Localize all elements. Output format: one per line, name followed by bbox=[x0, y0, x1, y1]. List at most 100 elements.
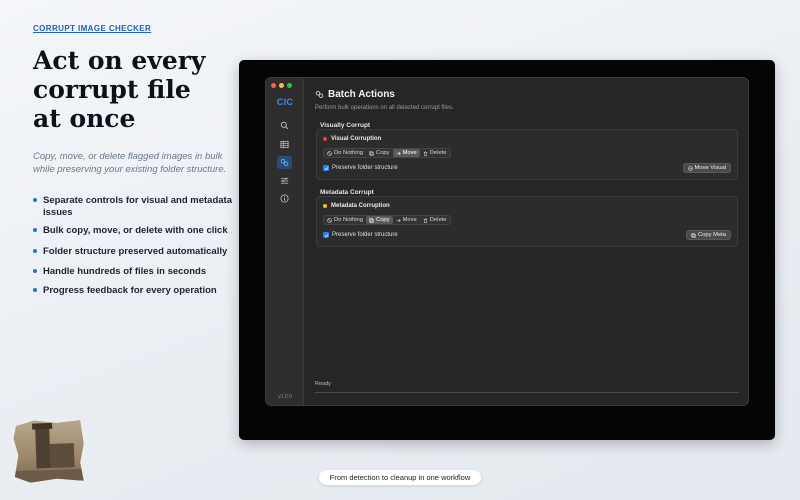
visual-option-delete[interactable]: Delete bbox=[420, 149, 450, 157]
subtitle: Copy, move, or delete flagged images in … bbox=[33, 151, 227, 175]
window-controls bbox=[271, 83, 292, 88]
copy-icon bbox=[369, 150, 374, 156]
feature-item: Separate controls for visual and metadat… bbox=[33, 195, 238, 219]
visual-action-segmented-control: Do Nothing Copy Move Delete bbox=[323, 148, 451, 158]
option-label: Copy bbox=[376, 217, 390, 223]
headline-line-3: at once bbox=[33, 104, 136, 133]
info-icon bbox=[280, 194, 289, 203]
page-title: Batch Actions bbox=[315, 89, 395, 100]
red-status-dot-icon bbox=[323, 137, 327, 141]
feature-text: Bulk copy, move, or delete with one clic… bbox=[43, 225, 228, 236]
feature-item: Handle hundreds of files in seconds bbox=[33, 266, 238, 278]
arrow-right-icon bbox=[396, 151, 401, 155]
feature-text: Separate controls for visual and metadat… bbox=[43, 195, 233, 218]
headline: Act on every corrupt file at once bbox=[33, 46, 233, 133]
sliders-icon bbox=[280, 177, 289, 184]
sidebar-item-search[interactable] bbox=[277, 119, 292, 132]
metadata-option-do-nothing[interactable]: Do Nothing bbox=[324, 216, 366, 224]
feature-text: Progress feedback for every operation bbox=[43, 285, 217, 296]
move-visual-button[interactable]: Move Visual bbox=[682, 163, 731, 173]
section-label-visual: Visually Corrupt bbox=[320, 122, 371, 129]
metadata-preserve-structure-checkbox[interactable]: Preserve folder structure bbox=[323, 232, 398, 238]
visual-heading-text: Visual Corruption bbox=[331, 136, 382, 142]
tagline-pill: From detection to cleanup in one workflo… bbox=[319, 470, 481, 485]
zoom-window-button[interactable] bbox=[287, 83, 292, 88]
section-label-metadata: Metadata Corrupt bbox=[320, 189, 374, 196]
copy-icon bbox=[369, 217, 374, 223]
visual-option-do-nothing[interactable]: Do Nothing bbox=[324, 149, 366, 157]
eyebrow-label: CORRUPT IMAGE CHECKER bbox=[33, 24, 152, 33]
metadata-action-segmented-control: Do Nothing Copy Move Delete bbox=[323, 215, 451, 225]
checkbox-label: Preserve folder structure bbox=[332, 165, 398, 171]
church-nave-shape bbox=[50, 443, 75, 468]
sidebar-item-results[interactable] bbox=[277, 138, 292, 151]
feature-text: Handle hundreds of files in seconds bbox=[43, 266, 207, 277]
bullet-icon bbox=[33, 249, 37, 253]
visual-preserve-structure-checkbox[interactable]: Preserve folder structure bbox=[323, 165, 398, 171]
visual-option-move[interactable]: Move bbox=[392, 149, 420, 157]
option-label: Do Nothing bbox=[334, 150, 364, 156]
visual-corruption-panel: Visual Corruption Do Nothing Copy Move D… bbox=[316, 129, 738, 180]
arrow-circle-icon bbox=[687, 165, 693, 171]
arrow-right-icon bbox=[396, 218, 401, 222]
option-label: Do Nothing bbox=[334, 217, 364, 223]
yellow-status-dot-icon bbox=[323, 204, 327, 208]
visual-corruption-heading: Visual Corruption bbox=[323, 136, 381, 142]
button-label: Move Visual bbox=[694, 165, 726, 171]
bullet-icon bbox=[33, 269, 37, 273]
feature-item: Bulk copy, move, or delete with one clic… bbox=[33, 225, 238, 237]
church-tower-shape bbox=[35, 428, 50, 468]
links-icon bbox=[280, 158, 289, 167]
metadata-option-copy[interactable]: Copy bbox=[366, 216, 393, 224]
batch-actions-icon bbox=[315, 90, 324, 99]
metadata-option-move[interactable]: Move bbox=[393, 216, 420, 224]
checkbox-label: Preserve folder structure bbox=[332, 232, 398, 238]
headline-line-2: corrupt file bbox=[33, 75, 191, 104]
feature-list: Separate controls for visual and metadat… bbox=[33, 195, 238, 297]
photo-ground-shape bbox=[15, 469, 85, 483]
trash-icon bbox=[423, 217, 427, 223]
bullet-icon bbox=[33, 198, 37, 202]
metadata-option-delete[interactable]: Delete bbox=[420, 216, 450, 224]
sidebar-item-batch-actions[interactable] bbox=[277, 156, 292, 169]
main-content: Batch Actions Perform bulk operations on… bbox=[305, 78, 748, 405]
metadata-corruption-heading: Metadata Corruption bbox=[323, 203, 390, 209]
copy-meta-button[interactable]: Copy Meta bbox=[685, 230, 731, 240]
option-label: Move bbox=[402, 217, 417, 223]
table-icon bbox=[280, 140, 289, 149]
app-window: CIC v1.0.0 Batch Actions Perform bulk op… bbox=[265, 77, 749, 406]
feature-item: Folder structure preserved automatically bbox=[33, 246, 238, 258]
bullet-icon bbox=[33, 228, 37, 232]
vintage-church-photo bbox=[13, 419, 85, 483]
trash-icon bbox=[423, 150, 427, 156]
checkbox-checked-icon bbox=[323, 232, 329, 238]
metadata-heading-text: Metadata Corruption bbox=[331, 203, 390, 209]
prohibit-icon bbox=[327, 150, 332, 156]
magnifier-icon bbox=[280, 121, 289, 130]
page-title-text: Batch Actions bbox=[328, 89, 395, 100]
visual-option-copy[interactable]: Copy bbox=[366, 149, 393, 157]
sidebar-item-settings[interactable] bbox=[277, 174, 292, 187]
feature-item: Progress feedback for every operation bbox=[33, 285, 238, 297]
button-label: Copy Meta bbox=[697, 232, 726, 238]
minimize-window-button[interactable] bbox=[279, 83, 284, 88]
feature-text: Folder structure preserved automatically bbox=[43, 246, 228, 257]
prohibit-icon bbox=[327, 217, 332, 223]
sidebar-item-about[interactable] bbox=[277, 192, 292, 205]
option-label: Delete bbox=[429, 150, 447, 156]
option-label: Copy bbox=[376, 150, 390, 156]
app-logo: CIC bbox=[276, 97, 294, 107]
status-text: Ready bbox=[315, 381, 331, 387]
metadata-corruption-panel: Metadata Corruption Do Nothing Copy Move bbox=[316, 196, 738, 247]
option-label: Move bbox=[402, 150, 417, 156]
bullet-icon bbox=[33, 288, 37, 292]
page-subtitle: Perform bulk operations on all detected … bbox=[315, 105, 454, 111]
progress-bar bbox=[315, 392, 739, 393]
checkbox-checked-icon bbox=[323, 165, 329, 171]
copy-icon bbox=[691, 232, 696, 238]
sidebar: CIC v1.0.0 bbox=[266, 78, 304, 405]
app-version: v1.0.0 bbox=[278, 394, 292, 400]
option-label: Delete bbox=[429, 217, 447, 223]
headline-line-1: Act on every bbox=[33, 46, 206, 75]
close-window-button[interactable] bbox=[271, 83, 276, 88]
